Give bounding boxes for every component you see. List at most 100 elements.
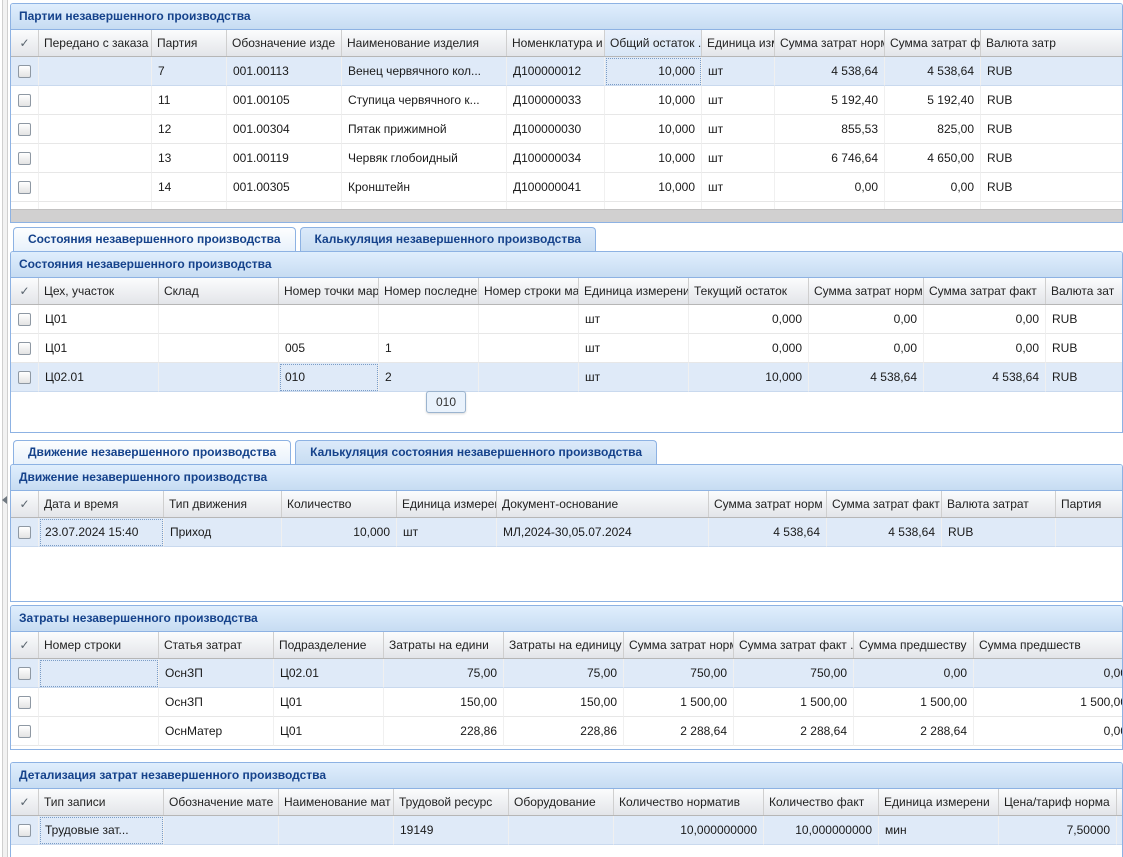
table-row[interactable]: 15001.00202ВтулкаД10000001380,000шт83 85… [11, 202, 1122, 209]
table-cell[interactable]: шт [702, 202, 775, 209]
column-header[interactable]: Номер точки марш [279, 278, 379, 304]
splitter-bar[interactable] [2, 0, 8, 857]
table-row[interactable]: 7001.00113Венец червячного кол...Д100000… [11, 57, 1122, 86]
table-cell[interactable]: 14 [152, 173, 227, 202]
column-header[interactable]: Количество норматив [614, 789, 764, 815]
column-header[interactable]: Единица изм [702, 30, 775, 56]
row-checkbox[interactable] [18, 824, 31, 837]
table-cell[interactable]: 1 500,00 [734, 688, 854, 717]
row-checkbox[interactable] [18, 313, 31, 326]
table-cell[interactable]: 228,86 [504, 717, 624, 746]
row-checkbox[interactable] [18, 342, 31, 355]
row-checkbox[interactable] [18, 123, 31, 136]
column-header[interactable]: Сумма затрат норм [709, 491, 827, 517]
table-cell[interactable]: 10,000 [605, 115, 702, 144]
table-cell[interactable] [479, 305, 579, 334]
column-header[interactable]: Единица измерени [397, 491, 497, 517]
table-cell[interactable]: шт [702, 115, 775, 144]
table-row[interactable]: Трудовые зат...1914910,00000000010,00000… [11, 816, 1122, 845]
row-checkbox[interactable] [18, 667, 31, 680]
table-cell[interactable]: RUB [981, 57, 1122, 86]
select-all-column-header[interactable]: ✓ [11, 632, 39, 658]
column-header[interactable]: Сумма затрат норм [624, 632, 734, 658]
table-cell[interactable]: 10,000000000 [764, 816, 879, 845]
table-cell[interactable]: 150,00 [504, 688, 624, 717]
table-row[interactable]: 11001.00105Ступица червячного к...Д10000… [11, 86, 1122, 115]
table-cell[interactable] [1117, 816, 1122, 845]
table-cell[interactable] [164, 816, 279, 845]
table-cell[interactable] [39, 659, 159, 688]
table-cell[interactable] [379, 305, 479, 334]
table-row[interactable]: Ц02.010102шт10,0004 538,644 538,64RUB [11, 363, 1122, 392]
table-cell[interactable]: 11 [152, 86, 227, 115]
table-cell[interactable]: Д100000041 [507, 173, 605, 202]
table-cell[interactable]: 80,000 [605, 202, 702, 209]
column-header[interactable]: Номер строки [39, 632, 159, 658]
table-cell[interactable]: 0,00 [974, 659, 1122, 688]
table-cell[interactable]: мин [879, 816, 999, 845]
table-cell[interactable]: 0,00 [809, 305, 924, 334]
column-header[interactable]: Валюта затрат [942, 491, 1056, 517]
column-header[interactable]: Дата и время [39, 491, 164, 517]
row-checkbox[interactable] [18, 94, 31, 107]
table-cell[interactable]: Ступица червячного к... [342, 86, 507, 115]
table-cell[interactable] [279, 305, 379, 334]
table-cell[interactable] [39, 144, 152, 173]
table-cell[interactable]: 0,00 [885, 173, 981, 202]
table-cell[interactable]: 4 538,64 [709, 518, 827, 547]
column-header[interactable]: Валюта затр [981, 30, 1123, 56]
table-cell[interactable]: 0,00 [974, 717, 1122, 746]
table-cell[interactable]: ОснЗП [159, 688, 274, 717]
table-cell[interactable]: RUB [981, 202, 1122, 209]
column-header[interactable]: Сумма затрат норм [809, 278, 924, 304]
tab-movement[interactable]: Движение незавершенного производства [13, 440, 291, 464]
table-cell[interactable]: 10,000000000 [614, 816, 764, 845]
table-cell[interactable]: 10,000 [605, 173, 702, 202]
table-cell[interactable]: 1 [379, 334, 479, 363]
table-cell[interactable]: 150,00 [384, 688, 504, 717]
column-header[interactable]: Единица измерени [879, 789, 999, 815]
column-header[interactable]: Сумма затрат норм [775, 30, 885, 56]
table-cell[interactable]: 4 538,64 [924, 363, 1046, 392]
table-cell[interactable]: Д100000013 [507, 202, 605, 209]
table-cell[interactable]: 2 288,64 [854, 717, 974, 746]
table-cell[interactable]: Кронштейн [342, 173, 507, 202]
table-row[interactable]: 23.07.2024 15:40Приход10,000штМЛ,2024-30… [11, 518, 1122, 547]
collapse-left-icon[interactable] [2, 496, 7, 504]
table-cell[interactable]: 19149 [394, 816, 509, 845]
row-checkbox[interactable] [18, 181, 31, 194]
table-cell[interactable]: Д100000034 [507, 144, 605, 173]
table-cell[interactable]: RUB [942, 518, 1056, 547]
table-cell[interactable]: 75,00 [384, 659, 504, 688]
table-cell[interactable]: Ц01 [39, 334, 159, 363]
table-cell[interactable]: 10,000 [605, 57, 702, 86]
table-cell[interactable] [39, 717, 159, 746]
table-cell[interactable]: 0,00 [775, 173, 885, 202]
table-cell[interactable] [479, 363, 579, 392]
table-row[interactable]: Ц01шт0,0000,000,00RUB [11, 305, 1122, 334]
table-cell[interactable]: 13 [152, 144, 227, 173]
table-cell[interactable]: 0,00 [854, 659, 974, 688]
column-header[interactable]: Партия [152, 30, 227, 56]
column-header[interactable]: Сумма затрат факт . [734, 632, 854, 658]
table-cell[interactable]: 23.07.2024 15:40 [39, 518, 164, 547]
column-header[interactable]: Наименование мат [279, 789, 394, 815]
column-header[interactable]: Текущий остаток [689, 278, 809, 304]
column-header[interactable]: Документ-основание [497, 491, 709, 517]
table-row[interactable]: 14001.00305КронштейнД10000004110,000шт0,… [11, 173, 1122, 202]
column-header[interactable]: Затраты на единицу [504, 632, 624, 658]
table-cell[interactable]: 10,000 [605, 144, 702, 173]
table-cell[interactable] [39, 86, 152, 115]
column-header[interactable]: Цена/тариф норма [999, 789, 1117, 815]
table-cell[interactable]: 2 288,64 [624, 717, 734, 746]
column-header[interactable]: Номер последней [379, 278, 479, 304]
table-cell[interactable]: 001.00304 [227, 115, 342, 144]
table-cell[interactable]: 855,53 [775, 115, 885, 144]
table-cell[interactable]: Венец червячного кол... [342, 57, 507, 86]
select-all-column-header[interactable]: ✓ [11, 491, 39, 517]
table-cell[interactable] [479, 334, 579, 363]
row-checkbox[interactable] [18, 65, 31, 78]
table-row[interactable]: Ц010051шт0,0000,000,00RUB [11, 334, 1122, 363]
table-cell[interactable]: RUB [981, 86, 1122, 115]
table-cell[interactable]: RUB [1046, 334, 1122, 363]
